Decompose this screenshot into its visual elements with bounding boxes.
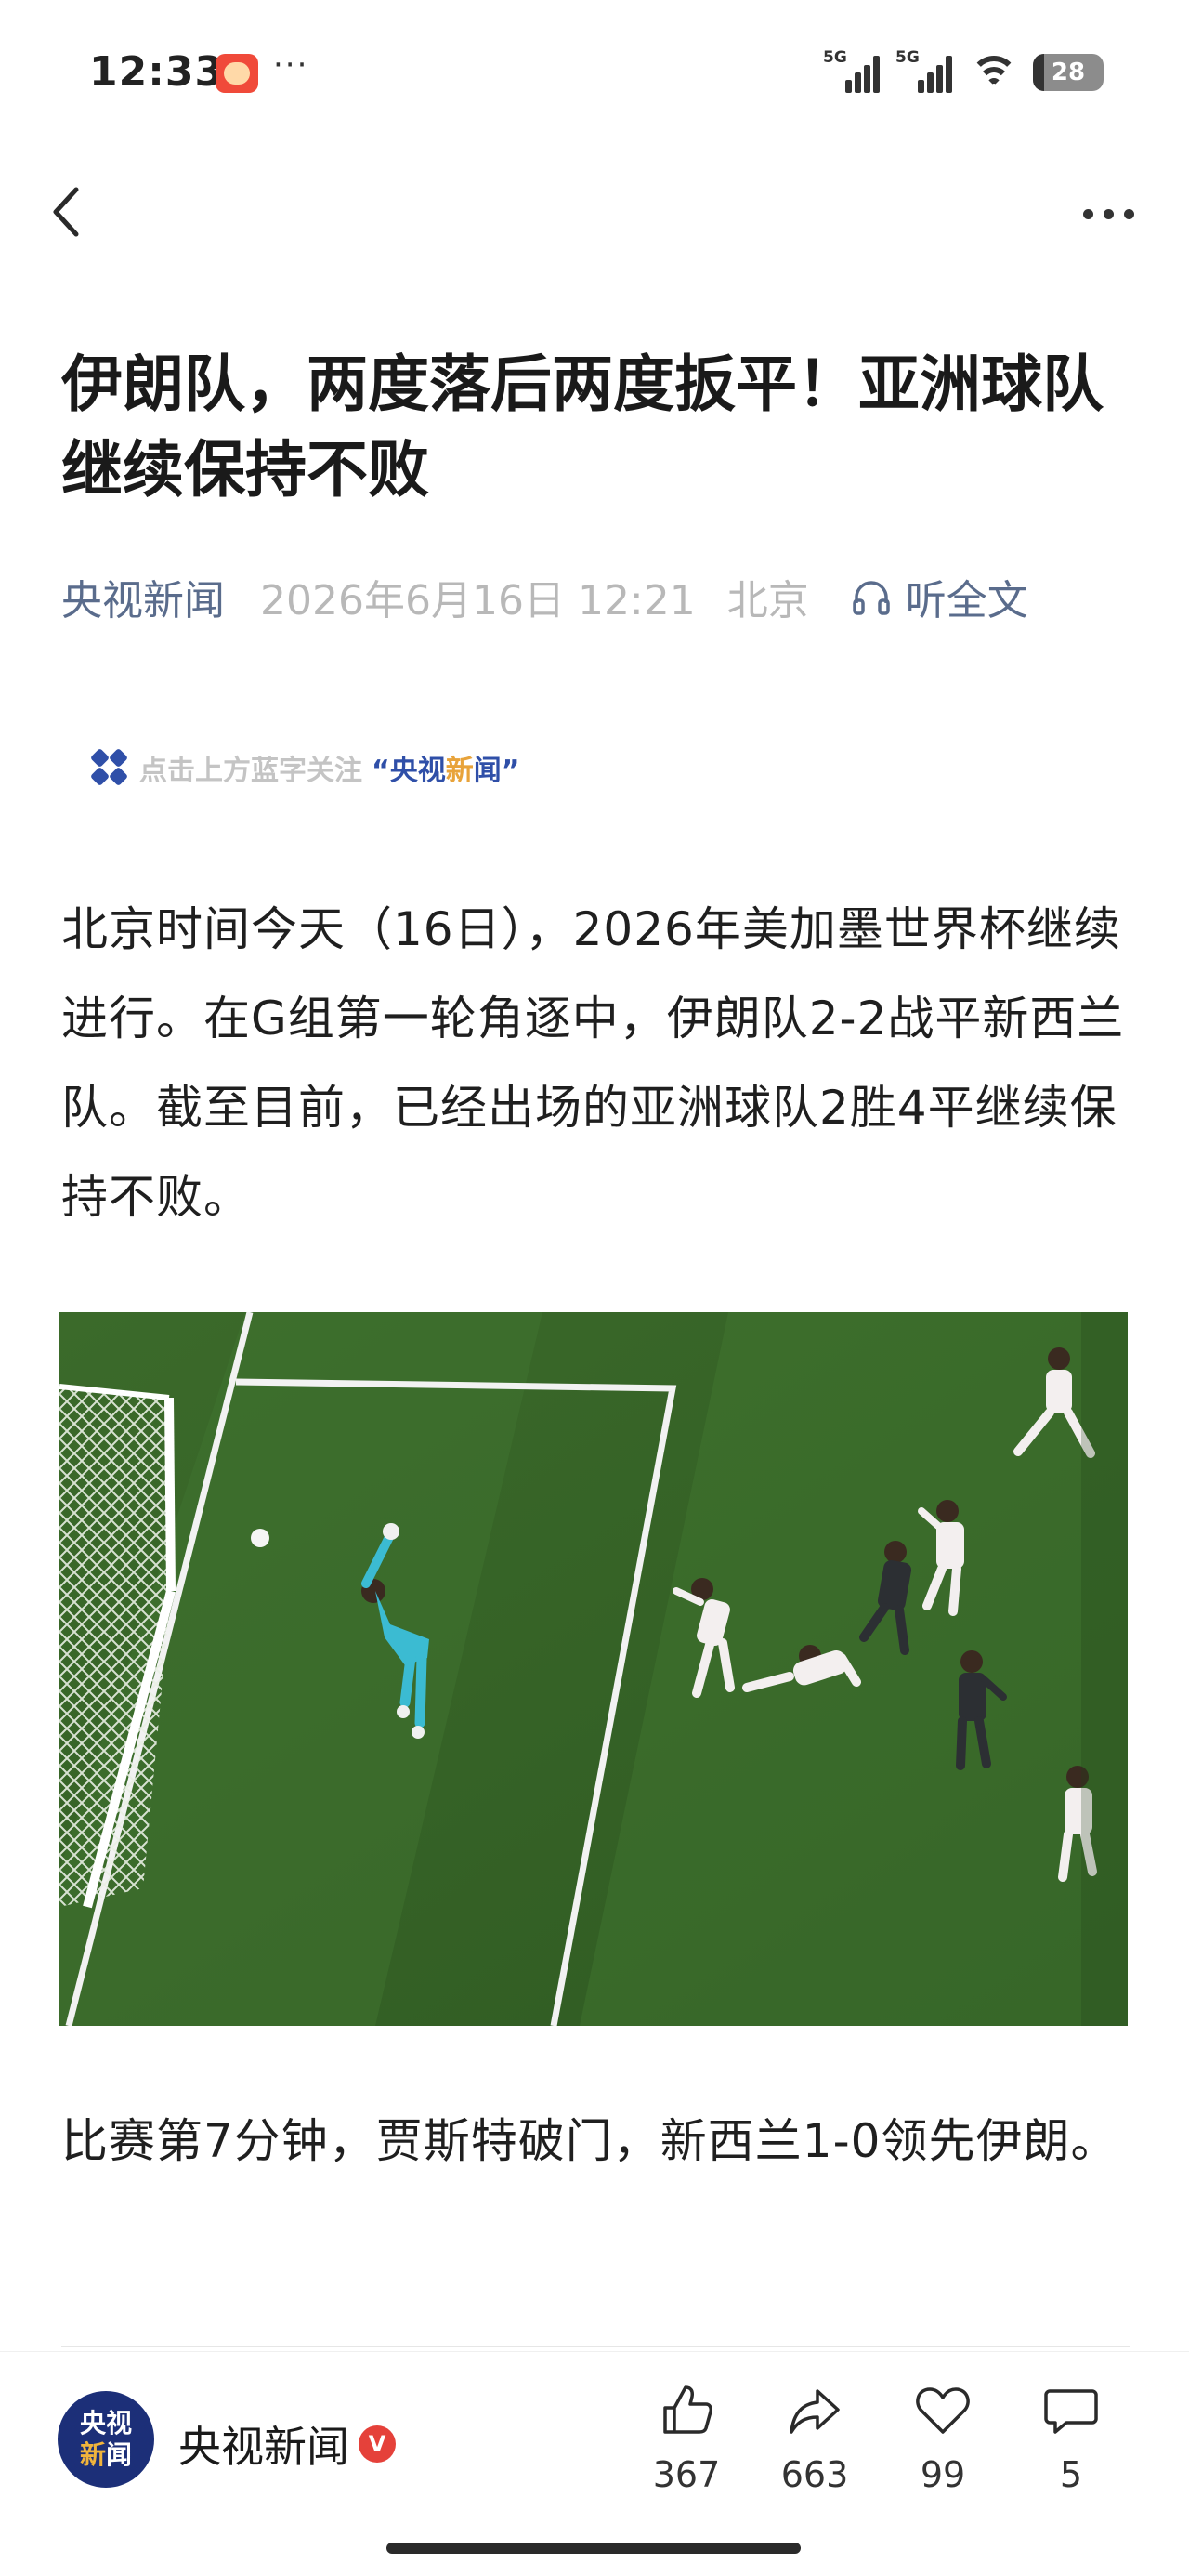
signal-label: 5G (823, 48, 847, 67)
avatar[interactable]: 央视 新闻 (58, 2391, 154, 2488)
notification-app-icon (216, 54, 258, 93)
comment-icon (1044, 2389, 1098, 2434)
avatar-line2: 新闻 (79, 2439, 133, 2470)
more-options-button[interactable] (1076, 195, 1141, 232)
comment-button[interactable]: 5 (1020, 2380, 1122, 2495)
status-more-indicator: ··· (273, 46, 309, 84)
article-source[interactable]: 央视新闻 (61, 567, 225, 626)
battery-indicator: 28 (1033, 54, 1104, 91)
comment-count: 5 (1059, 2454, 1083, 2495)
content-divider (61, 2346, 1130, 2347)
verified-badge-icon: V (359, 2425, 396, 2463)
cctv-news-logo-icon (91, 749, 127, 785)
status-time: 12:33 (89, 48, 225, 96)
article-paragraph-2: 比赛第7分钟，贾斯特破门，新西兰1-0领先伊朗。 (61, 2114, 1118, 2168)
follow-banner[interactable]: 点击上方蓝字关注 “央视新闻” (89, 747, 519, 788)
follow-text: 点击上方蓝字关注 (139, 755, 362, 787)
author-label: 央视新闻 (178, 2422, 349, 2472)
article-paragraph: 北京时间今天（16日），2026年美加墨世界杯继续进行。在G组第一轮角逐中，伊朗… (61, 902, 1125, 1224)
battery-level: 28 (1051, 59, 1086, 86)
wifi-icon (968, 52, 1020, 93)
favorite-button[interactable]: 99 (892, 2380, 994, 2495)
soccer-goal-photo (59, 1312, 1128, 2026)
author-name[interactable]: 央视新闻 V (178, 2413, 396, 2475)
heart-icon (916, 2387, 970, 2434)
signal-icon: 5G (823, 48, 882, 93)
signal-label-2: 5G (895, 48, 920, 67)
chevron-left-icon (53, 187, 79, 237)
home-indicator[interactable] (386, 2543, 801, 2554)
listen-full-button[interactable]: 听全文 (850, 567, 1028, 626)
thumbs-up-icon (663, 2385, 712, 2434)
status-bar: 12:33 ··· 5G 5G 28 (0, 0, 1189, 149)
favorite-count: 99 (920, 2454, 966, 2495)
more-dots-icon (1082, 208, 1093, 219)
listen-label: 听全文 (905, 577, 1028, 624)
article-date: 2026年6月16日 12:21 (260, 577, 696, 624)
share-arrow-icon (790, 2389, 840, 2434)
article-photo[interactable] (59, 1312, 1128, 2026)
headphone-icon (853, 581, 890, 615)
back-button[interactable] (41, 182, 93, 242)
avatar-line1: 央视 (79, 2408, 132, 2438)
signal-icon-2: 5G (895, 48, 955, 93)
share-button[interactable]: 663 (764, 2380, 866, 2495)
article-location: 北京 (726, 577, 809, 624)
article-meta: 央视新闻 2026年6月16日 12:21 北京 听全文 (61, 567, 1028, 626)
like-button[interactable]: 367 (635, 2380, 738, 2495)
share-count: 663 (780, 2454, 849, 2495)
like-count: 367 (652, 2454, 721, 2495)
status-indicators: 5G 5G 28 (823, 46, 1104, 99)
follow-quote: “央视新闻” (372, 755, 520, 787)
article-title: 伊朗队，两度落后两度扳平！亚洲球队继续保持不败 (61, 348, 1104, 506)
